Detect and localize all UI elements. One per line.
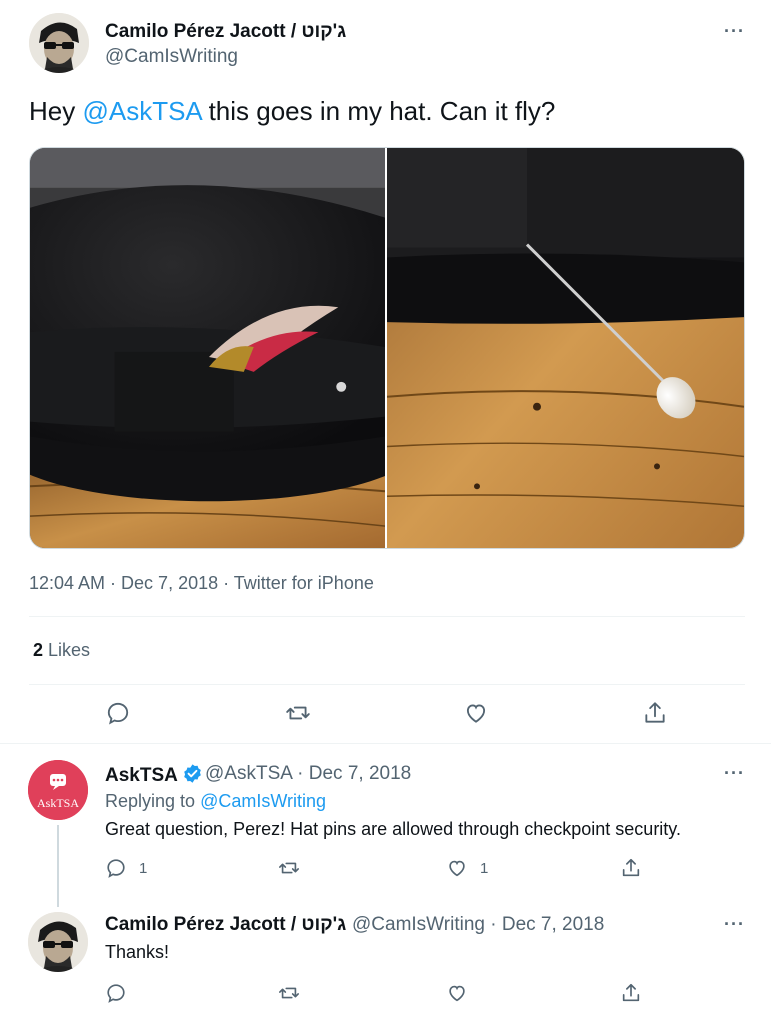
tweet-text-end: this goes in my hat. Can it fly? (201, 96, 556, 126)
reply-author-text: AskTSA (105, 765, 178, 786)
retweet-icon (279, 862, 299, 874)
share-icon (645, 702, 665, 723)
share-icon (622, 983, 640, 1002)
like-icon (449, 860, 465, 877)
main-tweet: Camilo Pérez Jacott / ג'קוט @CamIsWritin… (0, 0, 771, 744)
second-reply-date[interactable]: · Dec 7, 2018 (485, 914, 604, 935)
reply-count: 1 (139, 859, 148, 877)
author-name[interactable]: Camilo Pérez Jacott / ג'קוט (105, 21, 346, 43)
reply-author-name[interactable]: AskTSA (105, 763, 203, 787)
replying-to: Replying to @CamIsWriting (105, 791, 326, 812)
like-icon (466, 704, 486, 723)
verified-icon (184, 764, 201, 783)
replying-prefix: Replying to (105, 791, 201, 811)
more-icon[interactable]: ··· (724, 764, 745, 782)
like-button[interactable] (446, 982, 468, 1004)
like-button[interactable] (463, 700, 489, 726)
retweet-icon (279, 987, 299, 999)
like-button[interactable]: 1 (446, 857, 488, 879)
second-reply-handle: @CamIsWriting · Dec 7, 2018 (352, 914, 604, 936)
more-icon[interactable]: ··· (724, 915, 745, 933)
share-icon (622, 858, 640, 877)
retweet-icon (286, 706, 310, 720)
reply-text: Great question, Perez! Hat pins are allo… (105, 819, 681, 839)
reply-button[interactable] (105, 700, 131, 726)
divider (29, 684, 745, 685)
thread-line (57, 825, 59, 907)
share-button[interactable] (620, 856, 642, 880)
replying-handle[interactable]: @CamIsWriting (200, 791, 326, 811)
retweet-button[interactable] (277, 982, 301, 1004)
share-button[interactable] (620, 981, 642, 1005)
like-count: 1 (480, 859, 489, 877)
divider (29, 616, 745, 617)
hat-pin-photo[interactable] (387, 148, 744, 548)
likes-number: 2 (33, 640, 44, 660)
second-reply-text: Thanks! (105, 942, 170, 962)
share-button[interactable] (642, 699, 668, 727)
reply-author-handle: @AskTSA · Dec 7, 2018 (205, 763, 411, 785)
second-reply-author-name[interactable]: Camilo Pérez Jacott / ג'קוט (105, 914, 346, 936)
tweet-text-start: Hey (29, 96, 83, 126)
more-icon[interactable]: ··· (724, 22, 745, 40)
reply-date[interactable]: · Dec 7, 2018 (292, 763, 411, 784)
likes-count[interactable]: 2 Likes (33, 640, 90, 661)
tsa-avatar-text: AskTSA (36, 796, 79, 810)
reply-icon (107, 859, 125, 878)
retweet-button[interactable] (277, 857, 301, 879)
reply-button[interactable] (105, 982, 127, 1004)
retweet-button[interactable] (284, 700, 312, 726)
tweet-media (29, 147, 745, 549)
reply-button[interactable]: 1 (105, 857, 147, 879)
tweet-timestamp[interactable]: 12:04 AM · Dec 7, 2018 · Twitter for iPh… (29, 573, 374, 594)
reply-icon (107, 984, 125, 1003)
author-avatar[interactable] (29, 13, 89, 73)
author-handle[interactable]: @CamIsWriting (105, 46, 238, 68)
tweet-text: Hey @AskTSA this goes in my hat. Can it … (29, 96, 555, 127)
reply-handle-text[interactable]: @AskTSA (205, 763, 292, 784)
hat-with-feather-photo[interactable] (30, 148, 387, 548)
like-icon (449, 985, 465, 1002)
tsa-avatar[interactable]: AskTSA (28, 760, 88, 820)
likes-label: Likes (43, 640, 91, 660)
author-avatar[interactable] (28, 912, 88, 972)
reply-icon (107, 702, 129, 725)
second-reply-handle-text[interactable]: @CamIsWriting (352, 914, 485, 935)
mention-link[interactable]: @AskTSA (82, 96, 201, 126)
